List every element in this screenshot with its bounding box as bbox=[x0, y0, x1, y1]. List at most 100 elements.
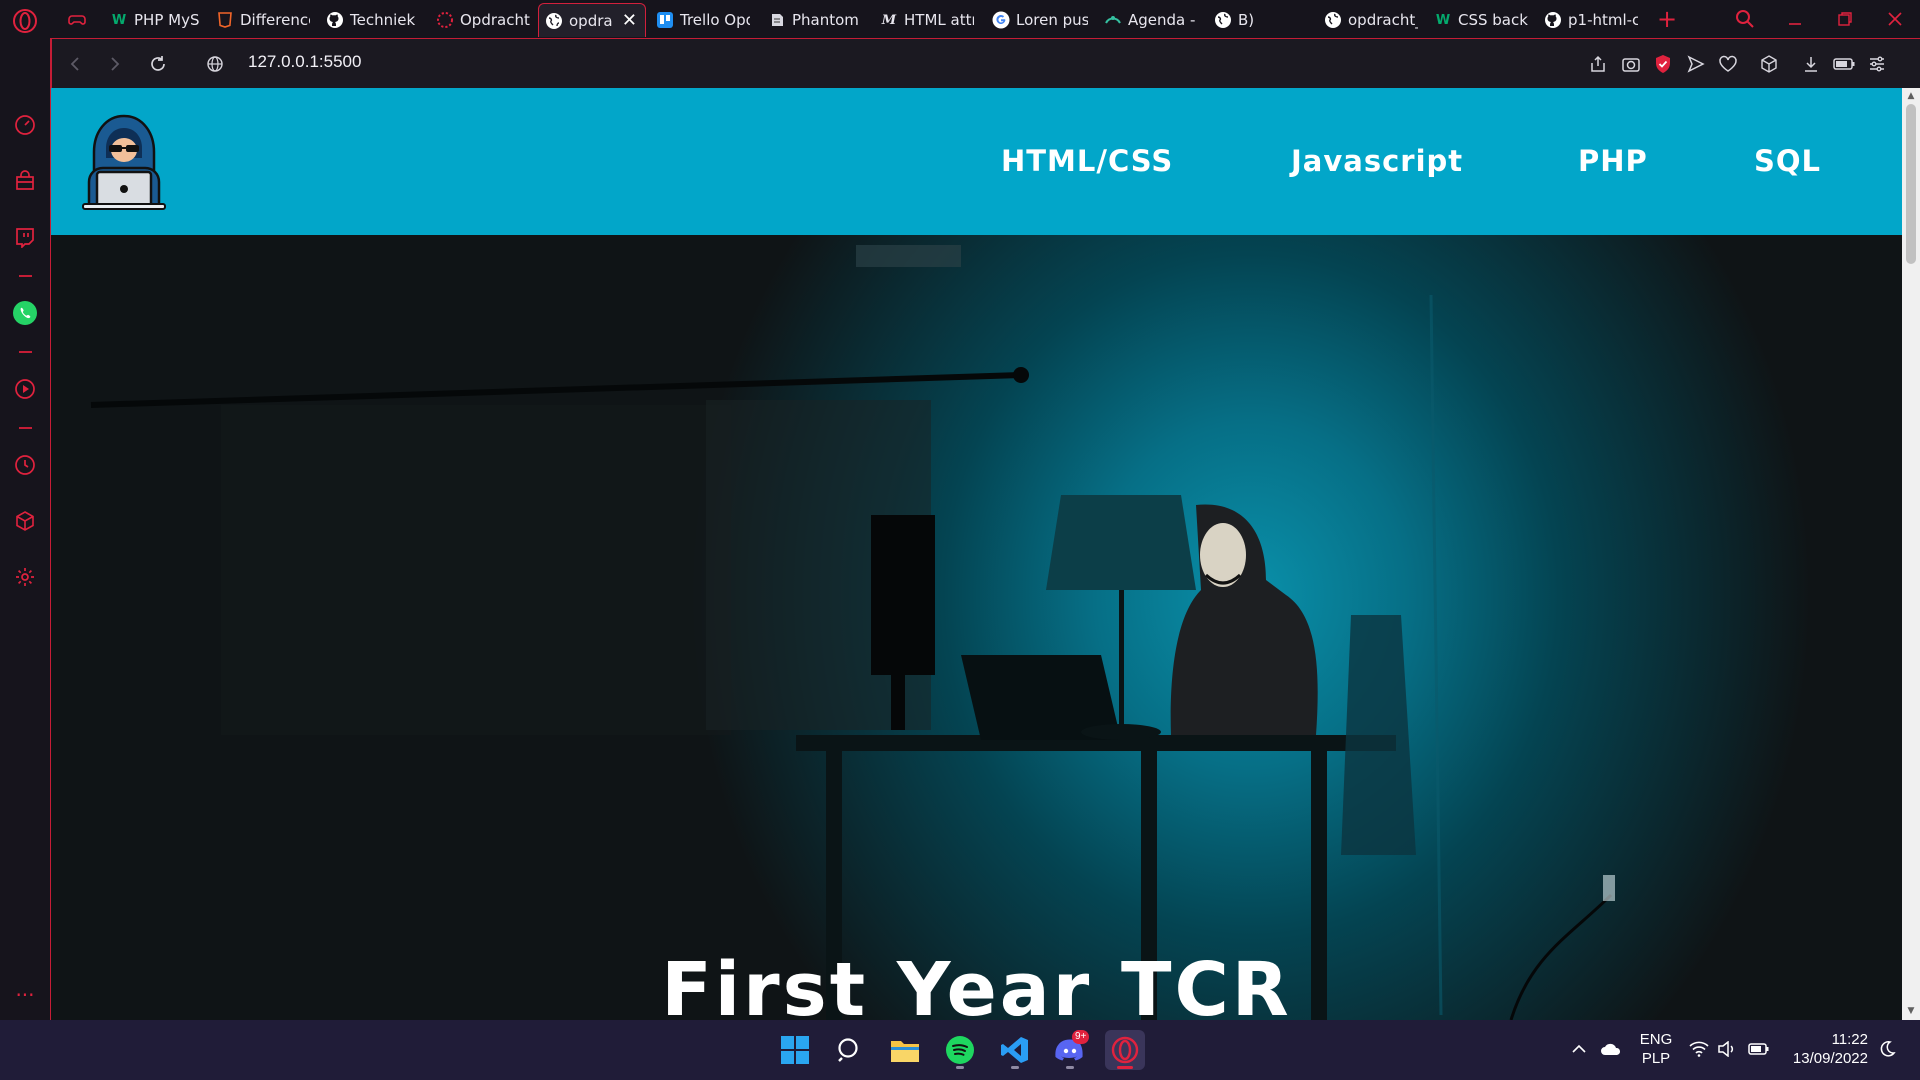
scroll-down-arrow-icon[interactable]: ▼ bbox=[1906, 1006, 1916, 1016]
github-icon bbox=[326, 11, 344, 29]
bookmark-heart-icon[interactable] bbox=[1715, 51, 1741, 77]
url-field[interactable]: 127.0.0.1:5500 bbox=[248, 52, 361, 72]
extensions-cube-icon[interactable] bbox=[1756, 51, 1782, 77]
agenda-icon bbox=[1104, 11, 1122, 29]
search-tabs-icon[interactable] bbox=[1730, 4, 1760, 34]
shopping-bag-icon[interactable] bbox=[12, 168, 38, 194]
opera-gx-taskbar-icon[interactable] bbox=[1105, 1030, 1145, 1070]
tab-php-mysql[interactable]: W PHP MySQ bbox=[104, 3, 200, 37]
discord-icon[interactable]: 9+ bbox=[1050, 1030, 1090, 1070]
discord-badge: 9+ bbox=[1072, 1030, 1090, 1044]
tab-phantom[interactable]: Phantom bbox=[762, 3, 862, 37]
tab-opdracht-active[interactable]: opdra ✕ bbox=[538, 3, 646, 37]
nav-link-html-css[interactable]: HTML/CSS bbox=[1001, 144, 1173, 178]
show-hidden-icons-chevron-up-icon[interactable] bbox=[1568, 1038, 1590, 1060]
nav-link-javascript[interactable]: Javascript bbox=[1291, 144, 1463, 178]
sidebar-separator bbox=[19, 275, 32, 277]
flow-send-icon[interactable] bbox=[1683, 51, 1709, 77]
minimize-icon[interactable] bbox=[1780, 4, 1810, 34]
tab-techniek[interactable]: TechniekC bbox=[320, 3, 416, 37]
search-icon[interactable] bbox=[830, 1030, 870, 1070]
tab-opdracht[interactable]: Opdracht bbox=[430, 3, 530, 37]
sidebar-separator bbox=[19, 351, 32, 353]
trello-icon bbox=[656, 11, 674, 29]
html5-icon bbox=[216, 11, 234, 29]
tab-label: Loren pus bbox=[1016, 11, 1088, 29]
tab-label: opdracht_ bbox=[1348, 11, 1418, 29]
focus-assist-moon-icon[interactable] bbox=[1876, 1038, 1898, 1060]
clock-time: 11:22 bbox=[1831, 1031, 1868, 1048]
back-icon[interactable] bbox=[62, 51, 88, 77]
nav-link-php[interactable]: PHP bbox=[1578, 144, 1648, 178]
tab-label: HTML attr bbox=[904, 11, 974, 29]
running-indicator bbox=[956, 1066, 964, 1069]
onedrive-cloud-icon[interactable] bbox=[1600, 1038, 1622, 1060]
scroll-up-arrow-icon[interactable]: ▲ bbox=[1906, 91, 1916, 101]
loader-icon bbox=[436, 11, 454, 29]
running-indicator bbox=[1066, 1066, 1074, 1069]
mdn-icon: M bbox=[881, 12, 897, 28]
hero-photo-hacker-at-desk bbox=[90, 245, 1615, 1020]
site-header: HTML/CSS Javascript PHP SQL bbox=[51, 88, 1902, 235]
globe-icon bbox=[1214, 11, 1232, 29]
player-play-icon[interactable] bbox=[12, 376, 38, 402]
tab-pinned-gaming[interactable] bbox=[62, 3, 102, 37]
settings-gear-icon[interactable] bbox=[12, 564, 38, 590]
hacker-logo-icon[interactable] bbox=[79, 110, 169, 210]
new-tab-plus-icon[interactable]: + bbox=[1652, 4, 1682, 34]
volume-speaker-icon[interactable] bbox=[1716, 1038, 1738, 1060]
tab-html-attr[interactable]: M HTML attr bbox=[874, 3, 974, 37]
reload-icon[interactable] bbox=[145, 51, 171, 77]
tab-label: opdra bbox=[569, 11, 613, 30]
opera-menu-icon[interactable] bbox=[12, 8, 38, 34]
tab-agenda[interactable]: Agenda - bbox=[1098, 3, 1198, 37]
tab-p1-html[interactable]: p1-html-c bbox=[1538, 3, 1638, 37]
close-tab-icon[interactable]: ✕ bbox=[622, 10, 637, 31]
nav-link-sql[interactable]: SQL bbox=[1754, 144, 1821, 178]
restore-icon[interactable] bbox=[1830, 4, 1860, 34]
page-scrollbar[interactable]: ▲ ▼ bbox=[1902, 88, 1920, 1020]
battery-saver-icon[interactable] bbox=[1831, 51, 1857, 77]
tab-label: CSS backg bbox=[1458, 11, 1528, 29]
scroll-thumb[interactable] bbox=[1906, 104, 1916, 264]
start-button-windows-icon[interactable] bbox=[775, 1030, 815, 1070]
tab-label: B) bbox=[1238, 11, 1255, 29]
twitch-icon[interactable] bbox=[12, 224, 38, 250]
tab-opdracht-2[interactable]: opdracht_ bbox=[1318, 3, 1418, 37]
address-bar: 127.0.0.1:5500 bbox=[51, 38, 1920, 88]
tab-label: Phantom bbox=[792, 11, 859, 29]
speed-dial-gauge-icon[interactable] bbox=[12, 112, 38, 138]
close-window-icon[interactable] bbox=[1880, 4, 1910, 34]
windows-taskbar: 9+ ENG PLP 11:22 13/09/2022 bbox=[0, 1020, 1920, 1080]
tab-loren-pus[interactable]: Loren pus bbox=[986, 3, 1088, 37]
snapshot-camera-icon[interactable] bbox=[1618, 51, 1644, 77]
language-label: ENG bbox=[1639, 1031, 1673, 1048]
tab-label: p1-html-c bbox=[1568, 11, 1638, 29]
doc-icon bbox=[768, 11, 786, 29]
site-info-globe-icon[interactable] bbox=[202, 51, 228, 77]
extensions-cube-icon[interactable] bbox=[12, 508, 38, 534]
tab-bar: W PHP MySQ Difference TechniekC Opdracht… bbox=[0, 0, 1920, 38]
wifi-icon[interactable] bbox=[1688, 1038, 1710, 1060]
history-clock-icon[interactable] bbox=[12, 452, 38, 478]
spotify-icon[interactable] bbox=[940, 1030, 980, 1070]
clock[interactable]: 11:22 13/09/2022 bbox=[1780, 1030, 1876, 1068]
tab-difference[interactable]: Difference bbox=[210, 3, 310, 37]
adblock-shield-icon[interactable] bbox=[1650, 51, 1676, 77]
file-explorer-icon[interactable] bbox=[885, 1030, 925, 1070]
tab-trello[interactable]: Trello Opd bbox=[650, 3, 750, 37]
whatsapp-icon[interactable] bbox=[12, 300, 38, 326]
vscode-icon[interactable] bbox=[995, 1030, 1035, 1070]
forward-icon[interactable] bbox=[102, 51, 128, 77]
tab-b[interactable]: B) bbox=[1208, 3, 1268, 37]
tab-label: PHP MySQ bbox=[134, 11, 200, 29]
download-icon[interactable] bbox=[1798, 51, 1824, 77]
easy-setup-icon[interactable] bbox=[1864, 51, 1890, 77]
more-dots-icon[interactable]: ··· bbox=[12, 982, 38, 1008]
tab-label: Difference bbox=[240, 11, 310, 29]
battery-icon[interactable] bbox=[1748, 1038, 1770, 1060]
globe-icon bbox=[545, 12, 563, 30]
input-language-indicator[interactable]: ENG PLP bbox=[1636, 1030, 1676, 1068]
tab-css-background[interactable]: W CSS backg bbox=[1428, 3, 1528, 37]
share-icon[interactable] bbox=[1585, 51, 1611, 77]
